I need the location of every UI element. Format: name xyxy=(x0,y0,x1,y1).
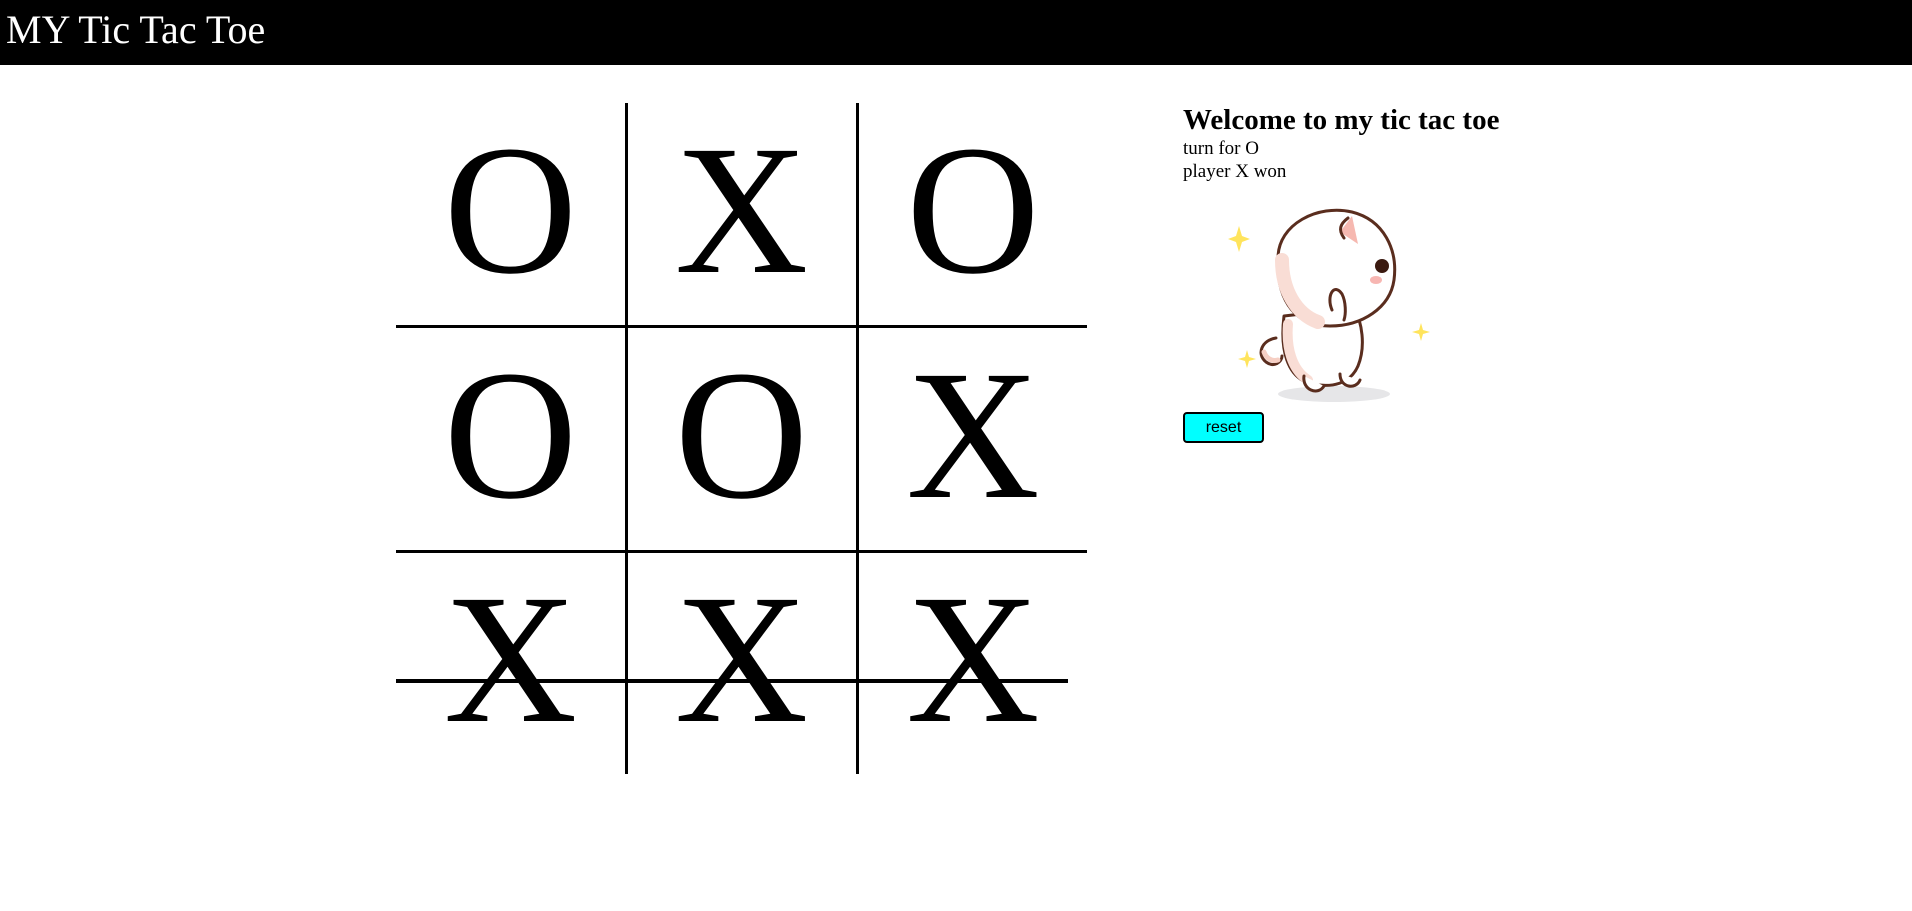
cell-mark: X xyxy=(674,107,809,313)
board-cell-1-3[interactable]: O xyxy=(859,103,1087,325)
game-board: O X O O O X X X X xyxy=(396,103,1087,774)
grid-line-vertical-1 xyxy=(625,103,628,774)
board-cell-2-2[interactable]: O xyxy=(627,328,856,550)
turn-indicator: turn for O xyxy=(1183,138,1259,159)
cell-mark: O xyxy=(443,332,578,538)
grid-line-horizontal-2 xyxy=(396,550,1087,553)
grid-line-horizontal-1 xyxy=(396,325,1087,328)
cell-mark: O xyxy=(443,107,578,313)
navbar: MY Tic Tac Toe xyxy=(0,0,1912,65)
reset-button[interactable]: reset xyxy=(1183,412,1264,443)
board-cell-2-3[interactable]: X xyxy=(859,328,1087,550)
board-cell-1-2[interactable]: X xyxy=(627,103,856,325)
board-cell-3-3[interactable]: X xyxy=(859,553,1087,774)
board-cell-3-1[interactable]: X xyxy=(396,553,625,774)
cell-mark: X xyxy=(906,332,1040,538)
cell-mark: O xyxy=(906,107,1040,313)
info-panel: Welcome to my tic tac toe turn for O pla… xyxy=(1183,103,1603,183)
winning-strike-line xyxy=(396,679,1068,683)
cell-mark: X xyxy=(674,557,809,762)
board-cell-2-1[interactable]: O xyxy=(396,328,625,550)
app-title: MY Tic Tac Toe xyxy=(6,7,266,52)
grid-line-vertical-2 xyxy=(856,103,859,774)
board-cell-1-1[interactable]: O xyxy=(396,103,625,325)
cell-mark: O xyxy=(674,332,809,538)
welcome-heading: Welcome to my tic tac toe xyxy=(1183,104,1500,136)
cat-sticker-icon xyxy=(1222,198,1442,408)
winner-message: player X won xyxy=(1183,161,1287,182)
cell-mark: X xyxy=(906,557,1040,762)
board-cell-3-2[interactable]: X xyxy=(627,553,856,774)
cell-mark: X xyxy=(443,557,578,762)
